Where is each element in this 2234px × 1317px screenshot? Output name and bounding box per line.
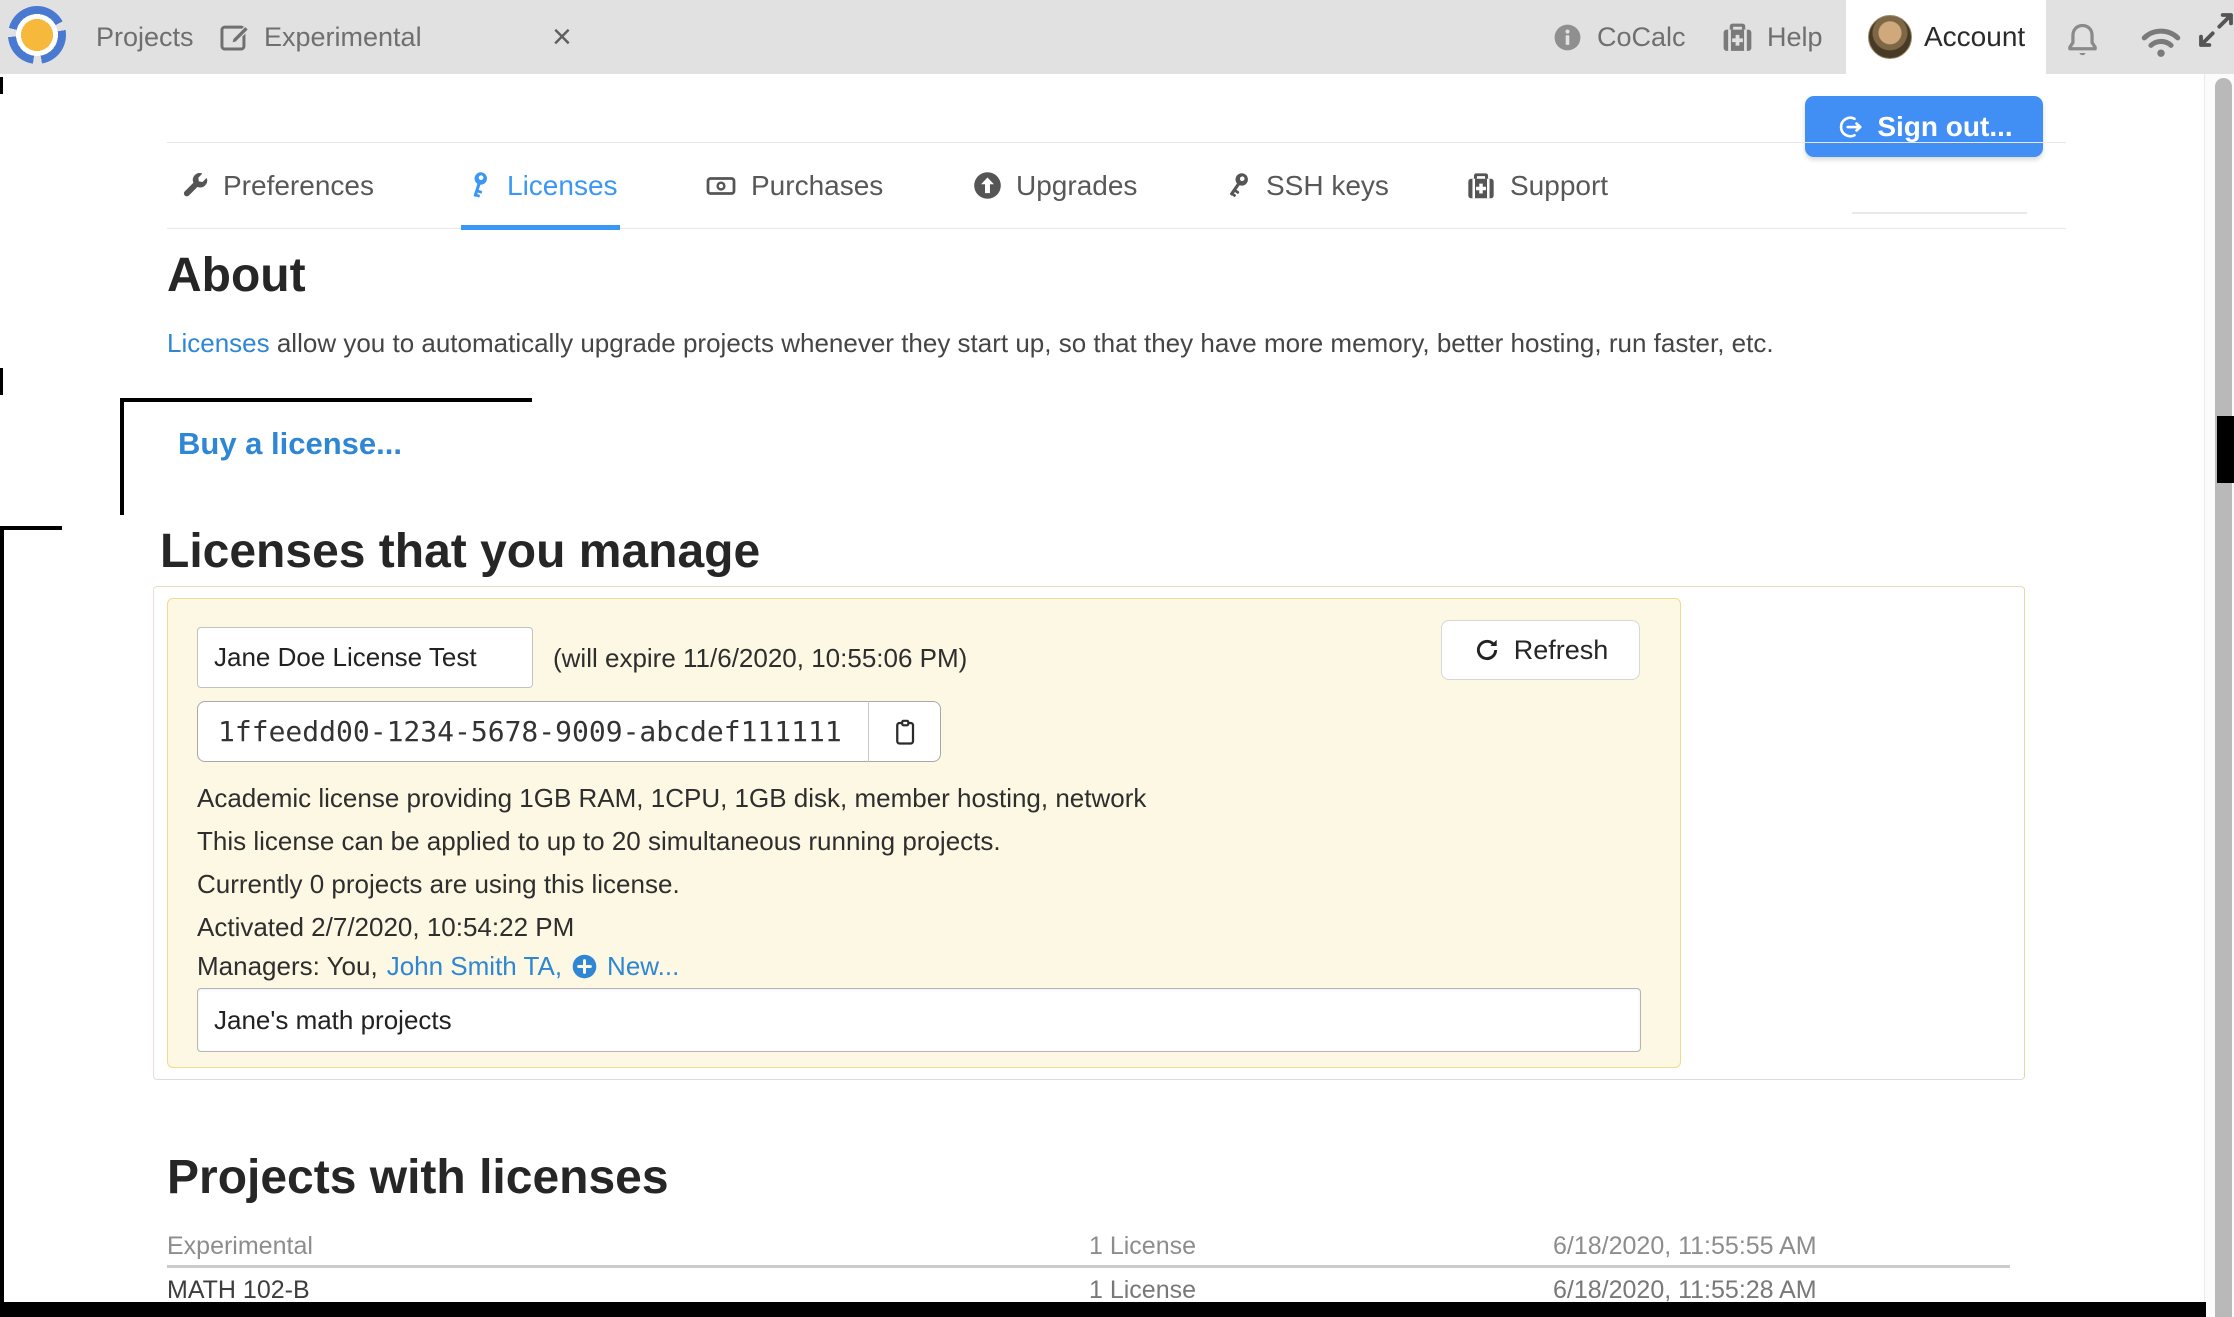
license-name-input[interactable] bbox=[197, 627, 533, 688]
about-heading: About bbox=[167, 248, 306, 303]
open-file-tab[interactable]: Experimental bbox=[218, 0, 422, 74]
tab-support[interactable]: Support bbox=[1465, 143, 1608, 228]
banknote-icon bbox=[704, 171, 738, 201]
render-artifact-line bbox=[0, 526, 62, 530]
license-notes-input[interactable] bbox=[197, 988, 1641, 1052]
about-paragraph-text: allow you to automatically upgrade proje… bbox=[270, 328, 1774, 358]
table-row[interactable]: Experimental 1 License 6/18/2020, 11:55:… bbox=[0, 1228, 2234, 1264]
sign-out-icon bbox=[1835, 112, 1865, 142]
cocalc-logo[interactable] bbox=[8, 6, 66, 64]
projects-heading: Projects with licenses bbox=[167, 1150, 669, 1205]
tab-label: Preferences bbox=[223, 170, 374, 202]
tab-purchases[interactable]: Purchases bbox=[704, 143, 883, 228]
buy-license-box: Buy a license... bbox=[120, 398, 532, 515]
bell-icon[interactable] bbox=[2062, 20, 2103, 61]
help-nav-button[interactable]: Help bbox=[1720, 0, 1823, 74]
wifi-connection-icon[interactable] bbox=[2138, 20, 2184, 61]
render-artifact-line bbox=[0, 530, 4, 1317]
license-managers-line: Managers: You, John Smith TA, New... bbox=[197, 951, 679, 982]
projects-nav-button[interactable]: Projects bbox=[96, 0, 194, 74]
refresh-icon bbox=[1473, 636, 1501, 664]
edit-icon bbox=[218, 20, 252, 54]
wrench-icon bbox=[180, 171, 210, 201]
tab-label: Purchases bbox=[751, 170, 883, 202]
render-artifact-line bbox=[0, 1302, 2206, 1317]
licenses-doc-link[interactable]: Licenses bbox=[167, 328, 270, 358]
tab-ssh-keys[interactable]: SSH keys bbox=[1222, 143, 1389, 228]
fullscreen-expand-icon[interactable] bbox=[2196, 10, 2234, 50]
render-artifact-line bbox=[0, 77, 3, 94]
info-circle-icon bbox=[1552, 22, 1583, 53]
tab-label: Support bbox=[1510, 170, 1608, 202]
tab-upgrades[interactable]: Upgrades bbox=[972, 143, 1137, 228]
render-artifact-line bbox=[0, 368, 3, 395]
sign-out-label: Sign out... bbox=[1877, 111, 2012, 143]
help-label: Help bbox=[1767, 0, 1823, 74]
row-divider bbox=[167, 1265, 2010, 1268]
license-desc-line: Activated 2/7/2020, 10:54:22 PM bbox=[197, 912, 574, 943]
ssh-key-icon bbox=[1222, 170, 1253, 201]
license-count-cell: 1 License bbox=[1089, 1228, 1196, 1264]
medkit-icon bbox=[1465, 170, 1497, 202]
plus-circle-icon[interactable] bbox=[571, 953, 598, 980]
settings-tabs-bar: Preferences Licenses Purchases Upgrades bbox=[167, 142, 2066, 229]
license-desc-line: Currently 0 projects are using this lice… bbox=[197, 869, 680, 900]
refresh-label: Refresh bbox=[1514, 635, 1609, 666]
close-file-tab-icon[interactable]: × bbox=[552, 0, 572, 74]
medkit-icon bbox=[1720, 20, 1755, 55]
scrollbar-thumb[interactable] bbox=[2215, 78, 2232, 1317]
file-tab-label: Experimental bbox=[264, 0, 422, 74]
refresh-button[interactable]: Refresh bbox=[1441, 620, 1640, 680]
avatar bbox=[1868, 15, 1912, 59]
add-manager-link[interactable]: New... bbox=[607, 951, 679, 982]
tab-label: Licenses bbox=[507, 170, 618, 202]
manage-heading: Licenses that you manage bbox=[160, 524, 760, 579]
account-tab[interactable]: Account bbox=[1846, 0, 2046, 74]
clipboard-icon bbox=[890, 717, 920, 747]
license-desc-line: Academic license providing 1GB RAM, 1CPU… bbox=[197, 783, 1146, 814]
key-icon bbox=[463, 170, 494, 201]
manager-user-link[interactable]: John Smith TA, bbox=[387, 951, 562, 982]
buy-license-link[interactable]: Buy a license... bbox=[178, 426, 402, 462]
project-name-cell[interactable]: Experimental bbox=[167, 1228, 313, 1264]
tab-preferences[interactable]: Preferences bbox=[180, 143, 374, 228]
license-id-input[interactable] bbox=[197, 701, 869, 762]
last-used-cell: 6/18/2020, 11:55:55 AM bbox=[1553, 1228, 1817, 1264]
managers-prefix: Managers: You, bbox=[197, 951, 378, 982]
tab-licenses[interactable]: Licenses bbox=[463, 143, 618, 228]
top-bar: Projects Experimental × CoCalc Help Acco… bbox=[0, 0, 2234, 74]
cocalc-info-button[interactable]: CoCalc bbox=[1552, 0, 1686, 74]
license-desc-line: This license can be applied to up to 20 … bbox=[197, 826, 1001, 857]
tab-label: Upgrades bbox=[1016, 170, 1137, 202]
scrollbar-marker bbox=[2217, 416, 2234, 483]
account-label: Account bbox=[1924, 21, 2025, 53]
arrow-up-circle-icon bbox=[972, 170, 1003, 201]
about-paragraph: Licenses allow you to automatically upgr… bbox=[167, 328, 1774, 359]
tab-label: SSH keys bbox=[1266, 170, 1389, 202]
cocalc-label: CoCalc bbox=[1597, 0, 1686, 74]
copy-license-id-button[interactable] bbox=[868, 701, 941, 762]
license-expire-note: (will expire 11/6/2020, 10:55:06 PM) bbox=[553, 628, 967, 689]
